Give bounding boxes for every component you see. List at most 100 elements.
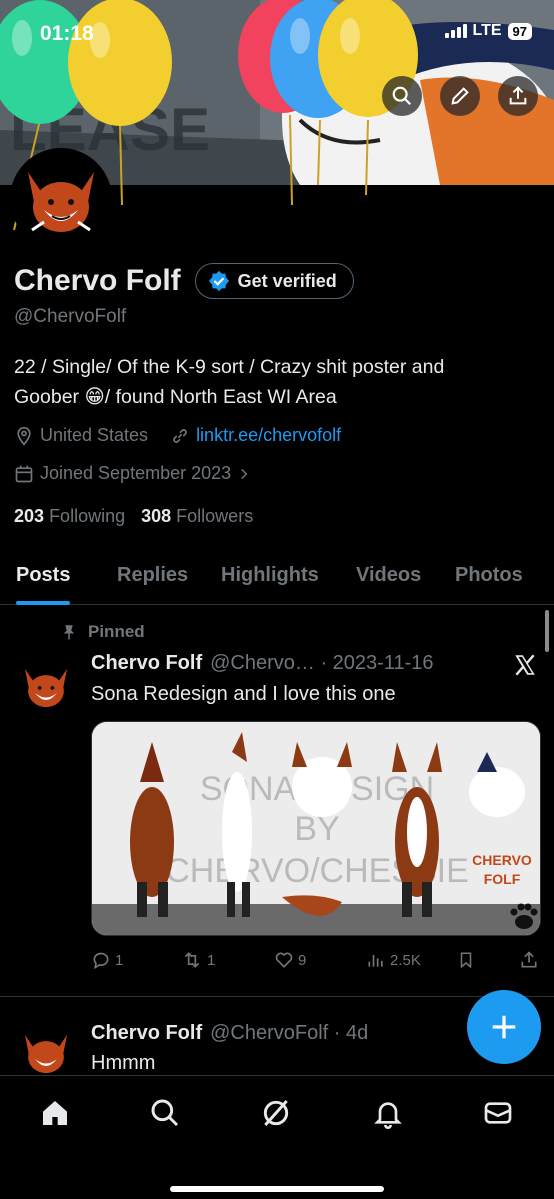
post-header: Chervo Folf @Chervo… · 2023-11-16 xyxy=(91,652,434,675)
profile-top-actions xyxy=(382,76,538,116)
repost-button[interactable]: 1 xyxy=(181,950,215,970)
home-icon xyxy=(43,1101,67,1125)
x-logo-icon[interactable] xyxy=(512,652,538,678)
status-time: 01:18 xyxy=(40,22,94,45)
messages-icon xyxy=(484,1102,512,1124)
followers-label: Followers xyxy=(176,506,254,526)
following-label: Following xyxy=(49,506,126,526)
following-count: 203 xyxy=(14,506,45,526)
tab-label: Photos xyxy=(455,563,523,586)
repost-icon xyxy=(184,952,200,968)
compose-button[interactable] xyxy=(467,990,541,1064)
post-image[interactable]: SONA DESIGN BY CHERVO/CHESSIE CHERVO FOL… xyxy=(91,721,541,936)
share-icon xyxy=(521,951,537,968)
tab-replies[interactable]: Replies xyxy=(117,545,188,605)
edit-icon xyxy=(451,87,469,105)
tab-posts[interactable]: Posts xyxy=(16,545,71,605)
chevron-right-icon xyxy=(241,468,248,479)
grok-icon xyxy=(263,1100,289,1126)
views-icon xyxy=(368,955,383,967)
post-author-name[interactable]: Chervo Folf xyxy=(91,1022,202,1045)
share-post-button[interactable] xyxy=(519,950,539,970)
profile-joined-row[interactable]: Joined September 2023 xyxy=(14,463,251,484)
battery-indicator: 97 xyxy=(507,22,532,40)
nav-messages[interactable] xyxy=(481,1096,515,1130)
nav-search[interactable] xyxy=(148,1096,182,1130)
profile-handle: @ChervoFolf xyxy=(14,306,127,327)
following-stat[interactable]: 203 Following xyxy=(14,506,125,527)
scrollbar[interactable] xyxy=(545,610,549,652)
status-bar: 01:18 LTE 97 xyxy=(0,0,554,60)
tab-highlights[interactable]: Highlights xyxy=(221,545,319,605)
tab-label: Videos xyxy=(356,563,422,586)
avatar-fox-image xyxy=(16,1022,76,1082)
post-meta: @ChervoFolf · 4d xyxy=(210,1022,369,1044)
profile-location: United States xyxy=(40,425,149,445)
get-verified-button[interactable]: Get verified xyxy=(194,263,354,299)
avatar-fox-image xyxy=(14,152,108,246)
nav-notifications[interactable] xyxy=(371,1096,405,1130)
compose-icon xyxy=(492,1015,516,1039)
bookmark-icon xyxy=(460,952,472,969)
post-header: Chervo Folf @ChervoFolf · 4d xyxy=(91,1022,368,1045)
image-caption-line-2: FOLF xyxy=(484,871,521,887)
reply-count: 1 xyxy=(115,951,124,969)
signal-icon xyxy=(444,24,467,38)
home-indicator[interactable] xyxy=(170,1186,384,1192)
profile-avatar[interactable] xyxy=(10,148,112,250)
bottom-navigation xyxy=(0,1075,554,1199)
tab-label: Highlights xyxy=(221,563,319,586)
repost-count: 1 xyxy=(207,951,216,969)
share-button[interactable] xyxy=(498,76,538,116)
reply-icon xyxy=(93,952,109,970)
nav-grok[interactable] xyxy=(259,1096,293,1130)
post-avatar[interactable] xyxy=(16,656,76,716)
followers-stat[interactable]: 308 Followers xyxy=(141,506,253,527)
like-icon xyxy=(275,952,293,968)
share-icon xyxy=(509,86,527,105)
link-icon xyxy=(173,428,187,443)
bookmark-button[interactable] xyxy=(457,950,475,970)
avatar-fox-image xyxy=(16,656,76,716)
like-button[interactable]: 9 xyxy=(274,950,306,970)
image-caption-line-1: CHERVO xyxy=(472,852,532,868)
like-count: 9 xyxy=(298,951,307,969)
tab-photos[interactable]: Photos xyxy=(455,545,523,605)
post-text: Sona Redesign and I love this one xyxy=(91,683,396,705)
verified-badge-icon xyxy=(208,270,229,292)
post-avatar[interactable] xyxy=(16,1022,76,1082)
post-actions: 1 1 9 2.5K xyxy=(91,950,541,978)
pin-icon xyxy=(63,625,75,640)
post-author-name[interactable]: Chervo Folf xyxy=(91,652,202,675)
status-right: LTE 97 xyxy=(444,22,532,40)
pinned-label: Pinned xyxy=(88,622,145,641)
post-text: Hmmm xyxy=(91,1052,156,1074)
calendar-icon xyxy=(15,465,33,482)
post-meta: @Chervo… · 2023-11-16 xyxy=(210,652,434,674)
profile-name-row: Chervo Folf Get verified xyxy=(14,263,354,299)
search-button[interactable] xyxy=(382,76,422,116)
reply-button[interactable]: 1 xyxy=(91,950,123,970)
reference-sheet-image: SONA DESIGN BY CHERVO/CHESSIE CHERVO FOL… xyxy=(92,722,540,935)
profile-joined-date: Joined September 2023 xyxy=(40,463,232,483)
tab-label: Replies xyxy=(117,563,189,586)
profile-bio: 22 / Single/ Of the K-9 sort / Crazy shi… xyxy=(14,352,544,412)
edit-button[interactable] xyxy=(440,76,480,116)
follow-stats: 203 Following 308 Followers xyxy=(14,506,253,527)
network-label: LTE xyxy=(472,22,502,39)
profile-display-name: Chervo Folf xyxy=(14,264,181,297)
search-icon xyxy=(151,1099,179,1127)
nav-home[interactable] xyxy=(38,1096,72,1130)
bio-line-2: Goober 😁/ found North East WI Area xyxy=(14,386,337,408)
get-verified-label: Get verified xyxy=(237,270,337,291)
search-icon xyxy=(392,86,412,106)
profile-meta-row: United States linktr.ee/chervofolf xyxy=(14,425,341,446)
bio-line-1: 22 / Single/ Of the K-9 sort / Crazy shi… xyxy=(14,356,445,378)
active-tab-indicator xyxy=(16,601,71,605)
profile-website-link[interactable]: linktr.ee/chervofolf xyxy=(196,425,341,446)
tab-label: Posts xyxy=(16,563,71,586)
tab-videos[interactable]: Videos xyxy=(356,545,421,605)
pinned-indicator: Pinned xyxy=(60,622,145,642)
views-button[interactable]: 2.5K xyxy=(366,950,421,970)
profile-tabs: Posts Replies Highlights Videos Photos xyxy=(0,545,554,605)
